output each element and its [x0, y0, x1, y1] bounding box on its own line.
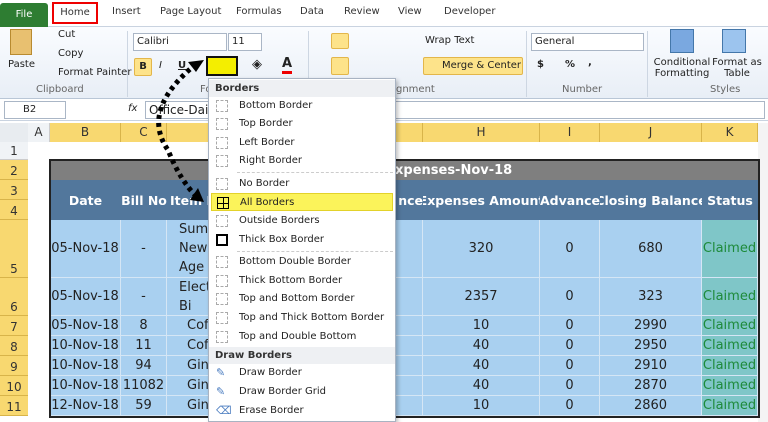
dotted-arrow-annotation — [156, 60, 204, 202]
